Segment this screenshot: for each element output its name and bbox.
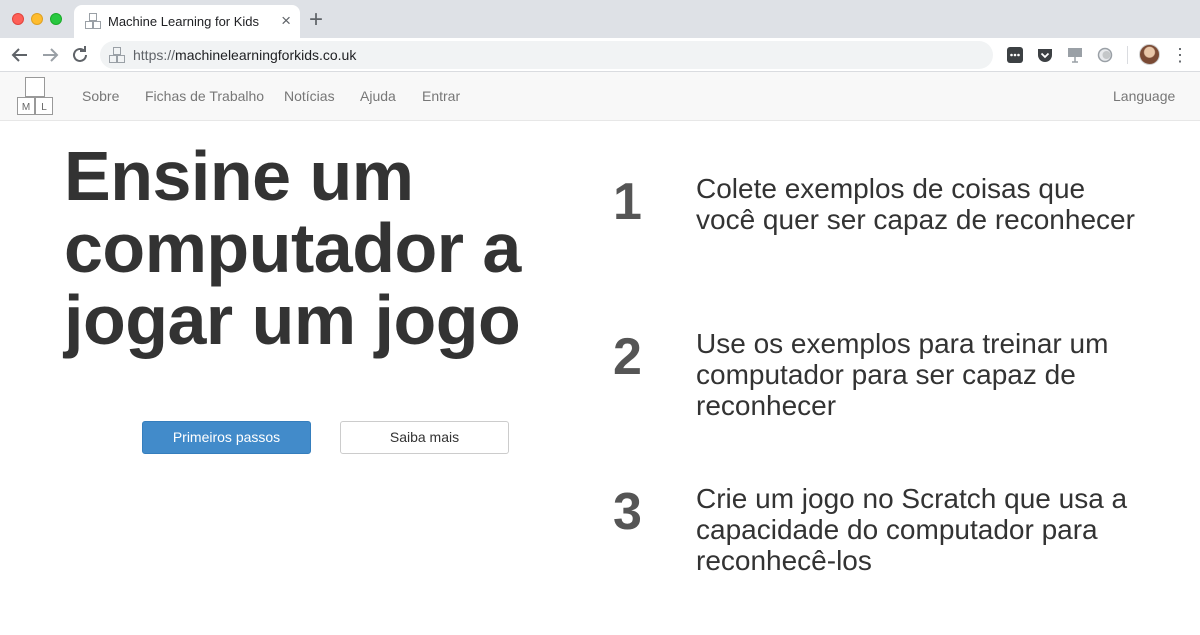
url-scheme: https:// [133,47,176,63]
nav-link-fichas[interactable]: Fichas de Trabalho [145,88,264,104]
browser-tab[interactable]: Machine Learning for Kids × [74,5,300,38]
nav-link-entrar[interactable]: Entrar [422,88,460,104]
maximize-window-button[interactable] [50,13,62,25]
reload-icon[interactable] [68,43,92,67]
step-1-number: 1 [613,173,642,231]
site-navbar: M L Sobre Fichas de Trabalho Notícias Aj… [0,72,1200,121]
forward-icon[interactable] [38,43,62,67]
browser-toolbar: https://machinelearningforkids.co.uk ⋮ [0,38,1200,72]
ml-logo[interactable]: M L [15,77,55,117]
step-1-text: Colete exemplos de coisas que você quer … [696,173,1135,235]
learn-more-button[interactable]: Saiba mais [340,421,509,454]
page-info-icon[interactable] [109,47,125,63]
step-3-text: Crie um jogo no Scratch que usa a capaci… [696,483,1128,576]
extension-icon[interactable] [1006,46,1024,64]
profile-avatar[interactable] [1139,44,1160,65]
nav-link-ajuda[interactable]: Ajuda [360,88,396,104]
minimize-window-button[interactable] [31,13,43,25]
nav-link-noticias[interactable]: Notícias [284,88,335,104]
browser-titlebar: Machine Learning for Kids × + [0,0,1200,38]
menu-icon[interactable]: ⋮ [1171,44,1189,66]
circle-extension-icon[interactable] [1096,46,1114,64]
hero-title: Ensine um computador a jogar um jogo [64,137,521,359]
presentation-icon[interactable] [1066,46,1084,64]
address-bar[interactable]: https://machinelearningforkids.co.uk [100,41,993,69]
toolbar-separator [1127,46,1128,64]
nav-link-language[interactable]: Language [1113,88,1175,104]
nav-link-sobre[interactable]: Sobre [82,88,119,104]
close-window-button[interactable] [12,13,24,25]
logo-letter-l: L [41,102,47,113]
back-icon[interactable] [8,43,32,67]
close-tab-icon[interactable]: × [281,11,291,31]
step-3-number: 3 [613,483,642,541]
pocket-icon[interactable] [1036,46,1054,64]
site-favicon-icon [85,13,101,29]
new-tab-button[interactable]: + [309,6,323,34]
url-host: machinelearningforkids.co.uk [175,47,357,63]
url-text: https://machinelearningforkids.co.uk [133,47,356,63]
logo-letter-m: M [22,102,30,113]
step-2-number: 2 [613,328,642,386]
step-2-text: Use os exemplos para treinar um computad… [696,328,1109,421]
get-started-button[interactable]: Primeiros passos [142,421,311,454]
tab-title: Machine Learning for Kids [108,14,260,29]
